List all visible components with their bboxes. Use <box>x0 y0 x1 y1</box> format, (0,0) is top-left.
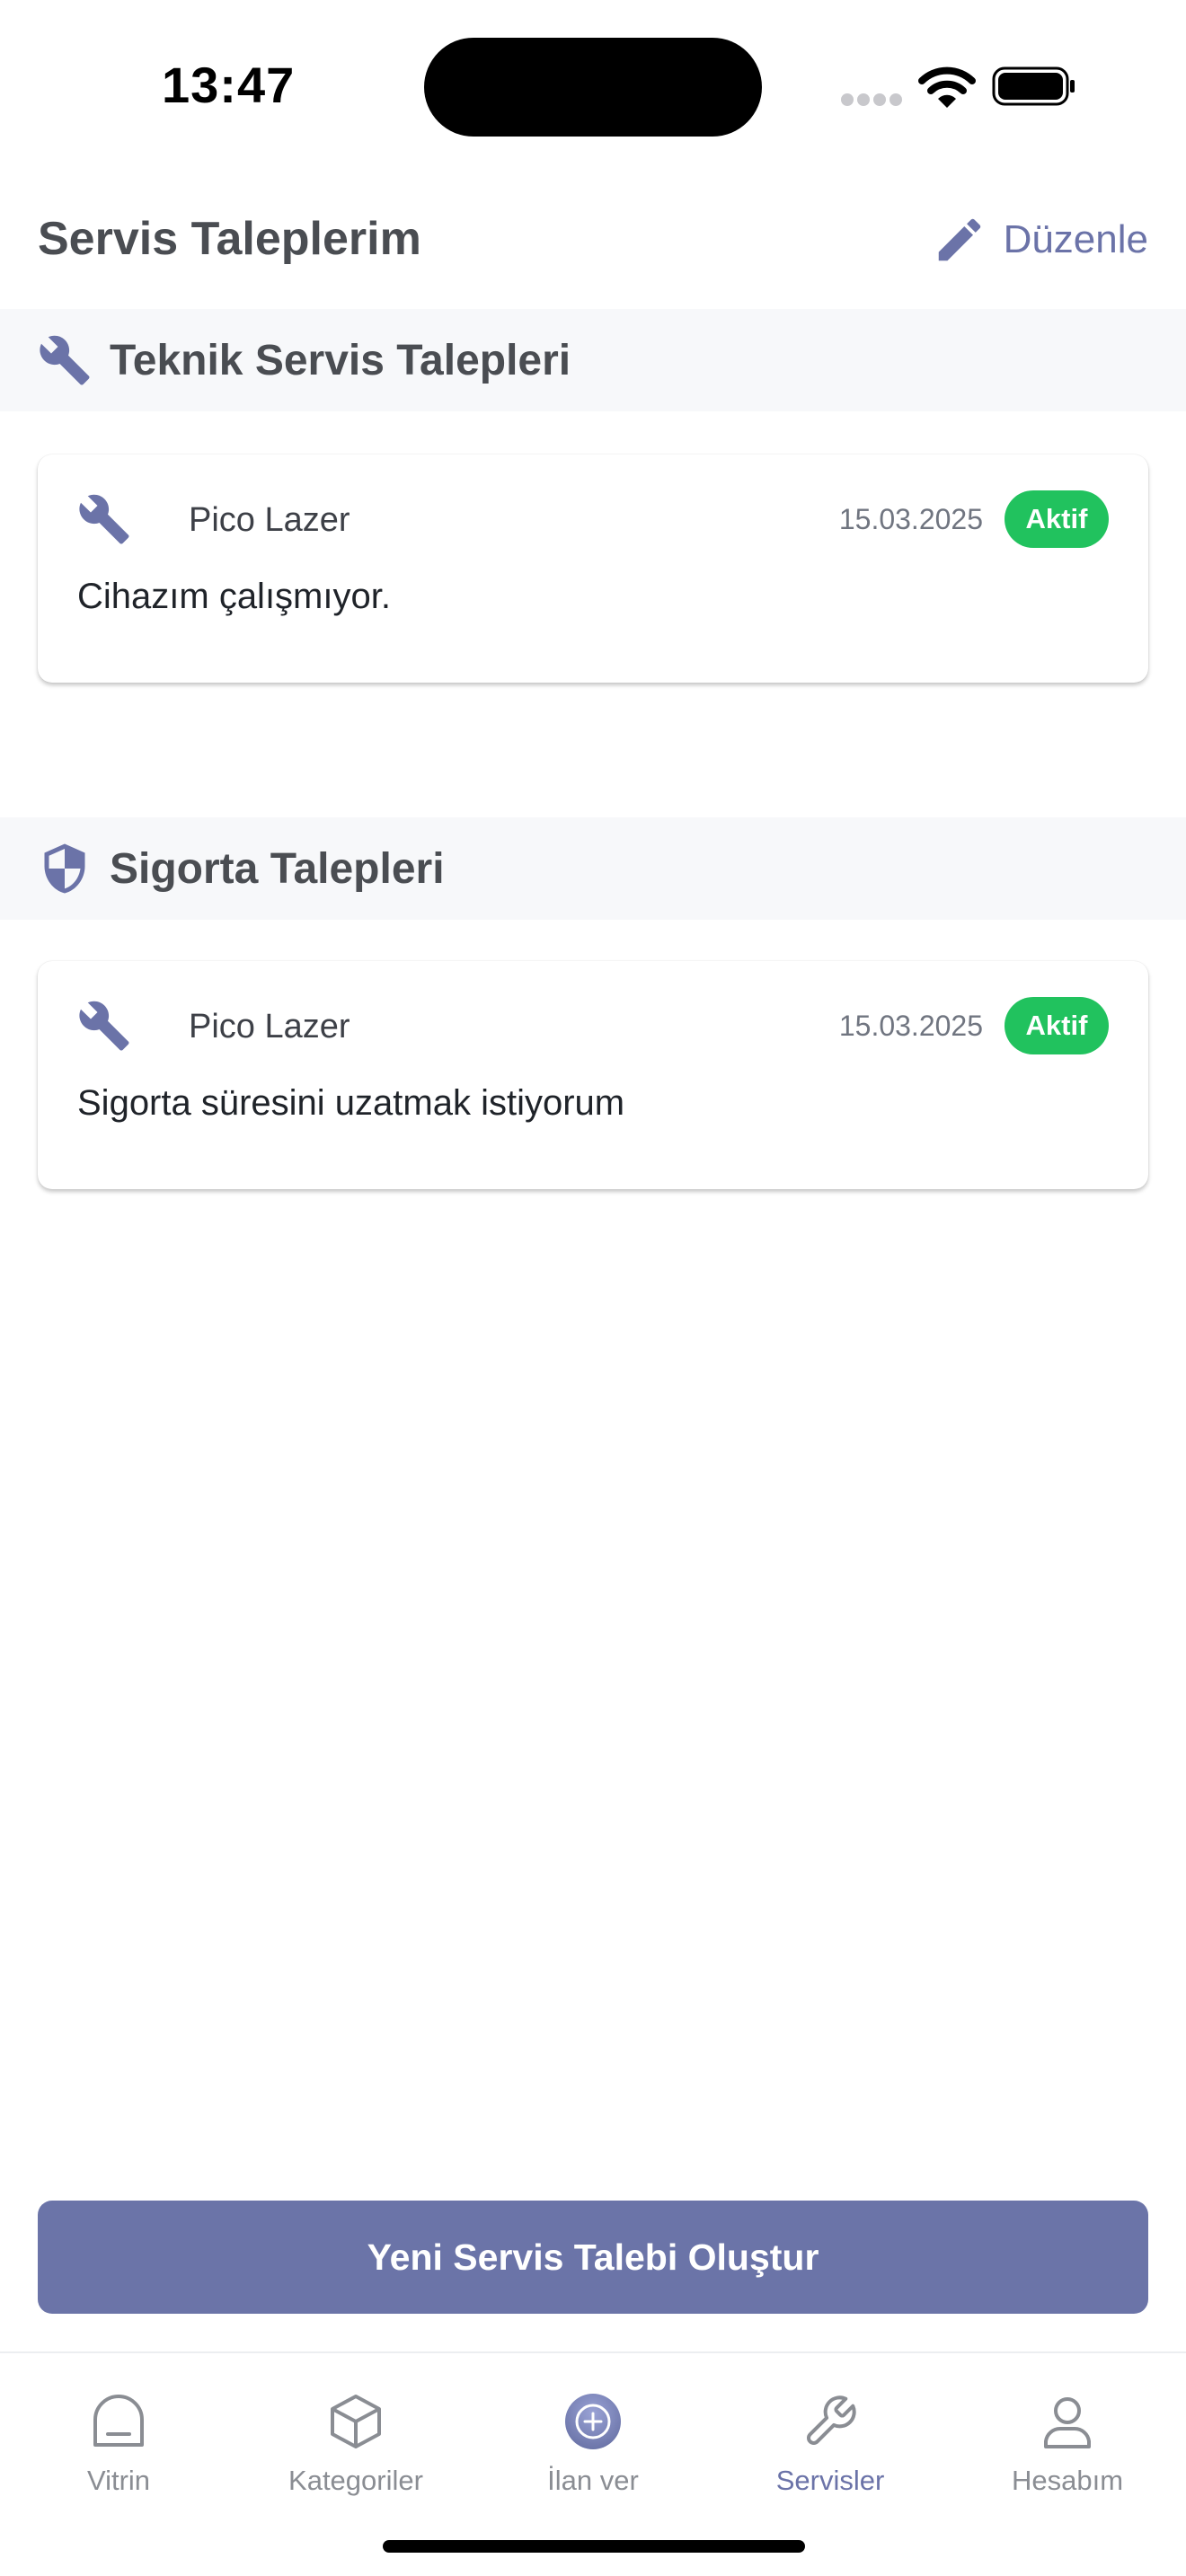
home-indicator <box>383 2540 805 2553</box>
page-title: Servis Taleplerim <box>38 213 421 265</box>
battery-icon <box>992 66 1075 106</box>
insurance-request-card[interactable]: Pico Lazer 15.03.2025 Aktif Sigorta süre… <box>38 961 1148 1189</box>
tab-vitrin[interactable]: Vitrin <box>0 2375 237 2510</box>
request-description: Cihazım çalışmıyor. <box>77 577 391 616</box>
cellular-signal-icon <box>841 93 902 106</box>
tab-kategoriler[interactable]: Kategoriler <box>237 2375 474 2510</box>
request-date: 15.03.2025 <box>838 1010 983 1042</box>
wifi-icon <box>918 66 976 108</box>
status-bar: 13:47 <box>0 0 1186 171</box>
section-header-technical-service: Teknik Servis Talepleri <box>0 309 1186 411</box>
service-request-card[interactable]: Pico Lazer 15.03.2025 Aktif Cihazım çalı… <box>38 454 1148 683</box>
tab-label: Kategoriler <box>288 2465 423 2496</box>
section-title: Teknik Servis Talepleri <box>110 336 571 384</box>
status-time: 13:47 <box>162 57 296 113</box>
dynamic-island <box>424 38 762 137</box>
tab-label: Hesabım <box>1011 2465 1124 2496</box>
card-top-row: Pico Lazer 15.03.2025 Aktif <box>77 997 1109 1054</box>
create-service-request-button[interactable]: Yeni Servis Talebi Oluştur <box>38 2201 1148 2314</box>
status-badge: Aktif <box>1005 997 1109 1054</box>
wrench-icon <box>40 335 90 385</box>
tab-ilan-ver[interactable]: İlan ver <box>474 2375 712 2510</box>
request-date: 15.03.2025 <box>838 503 983 535</box>
wrench-icon <box>807 2395 856 2445</box>
device-name: Pico Lazer <box>189 501 350 539</box>
request-description: Sigorta süresini uzatmak istiyorum <box>77 1083 625 1123</box>
status-badge: Aktif <box>1005 490 1109 548</box>
screen: 13:47 Servis Taleplerim Düzenle Teknik S… <box>0 0 1186 2576</box>
pencil-icon <box>938 218 980 261</box>
edit-label: Düzenle <box>1003 217 1148 261</box>
tab-label: İlan ver <box>547 2465 639 2496</box>
user-icon <box>1044 2397 1091 2448</box>
header: Servis Taleplerim Düzenle <box>0 171 1186 309</box>
edit-button[interactable]: Düzenle <box>932 208 1148 271</box>
wrench-icon <box>79 1001 129 1051</box>
section-title: Sigorta Talepleri <box>110 844 445 893</box>
card-top-row: Pico Lazer 15.03.2025 Aktif <box>77 490 1109 548</box>
tab-label: Vitrin <box>86 2465 151 2496</box>
box-icon <box>331 2395 381 2448</box>
home-icon <box>93 2395 144 2447</box>
tab-hesabim[interactable]: Hesabım <box>949 2375 1186 2510</box>
shield-icon <box>44 843 85 894</box>
tab-servisler[interactable]: Servisler <box>712 2375 949 2510</box>
device-name: Pico Lazer <box>189 1008 350 1045</box>
plus-circle-icon <box>565 2394 621 2449</box>
section-header-insurance: Sigorta Talepleri <box>0 817 1186 920</box>
wrench-icon <box>79 494 129 544</box>
tab-label: Servisler <box>775 2465 885 2496</box>
